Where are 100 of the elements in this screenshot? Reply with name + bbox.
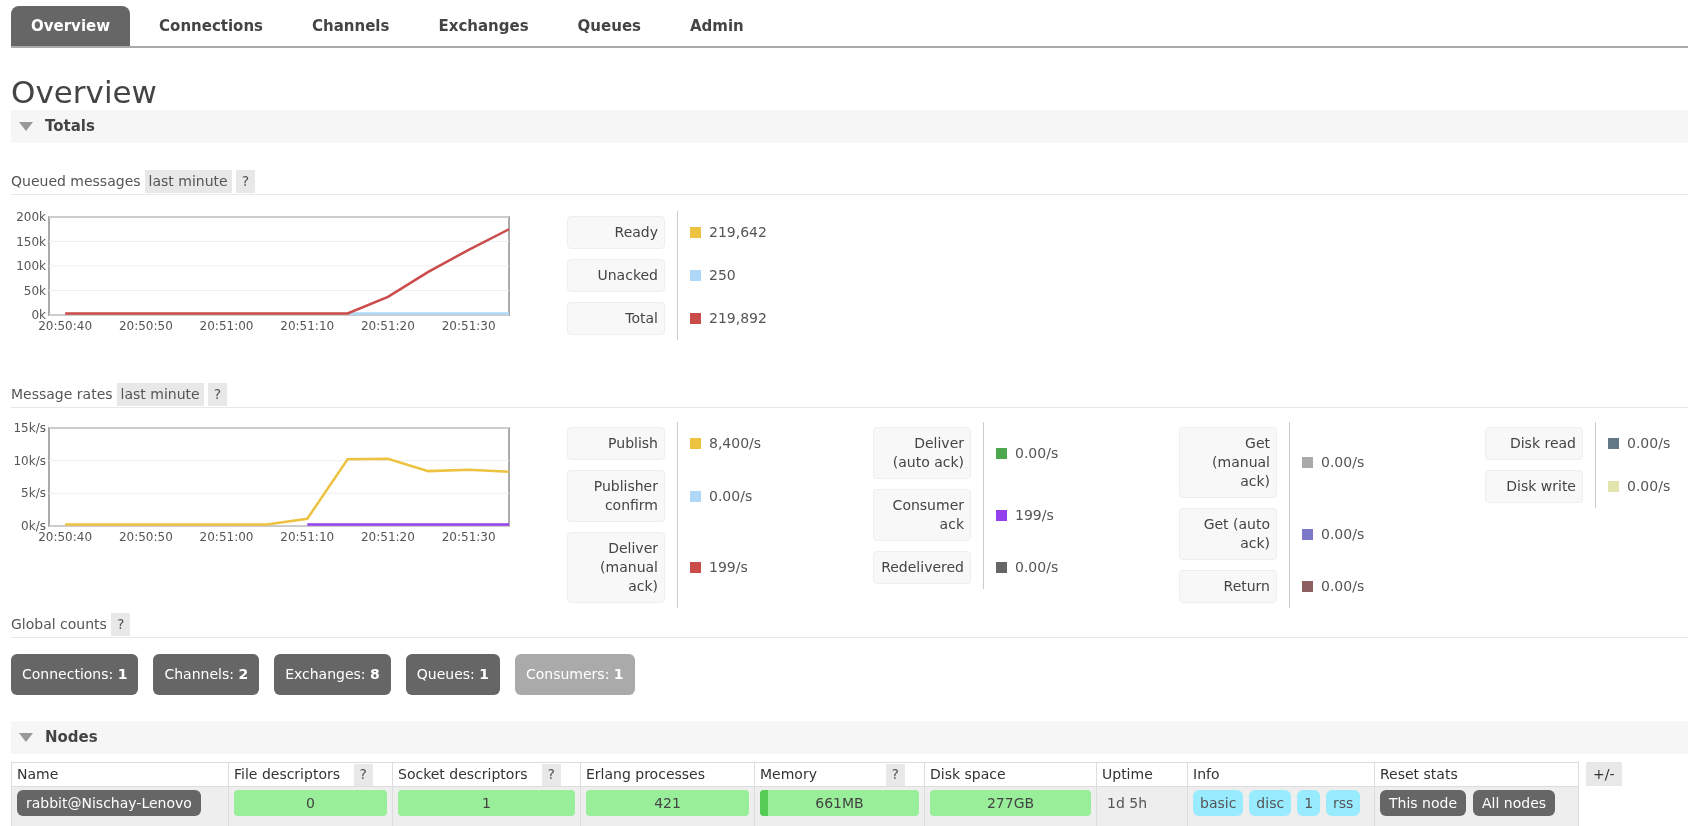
nav-tab[interactable]: Connections [139, 6, 284, 46]
axis-label: 200k [16, 211, 46, 224]
legend-value: 0.00/s [1321, 524, 1365, 544]
legend-value: 8,400/s [709, 434, 762, 453]
column-header: Info [1192, 765, 1221, 784]
axis-label: 15k/s [13, 422, 46, 435]
axis-label: 150k [16, 234, 46, 249]
help-button[interactable]: ? [207, 383, 228, 406]
info-tag: rss [1326, 790, 1361, 816]
legend-label: Get (auto ack) [1179, 508, 1277, 560]
legend-value: 199/s [709, 558, 748, 577]
count-button[interactable]: Channels: 2 [153, 654, 260, 695]
count-button[interactable]: Queues: 1 [405, 654, 500, 695]
legend-value: 0.00/s [1321, 577, 1365, 596]
usage-value: 1 [482, 793, 491, 813]
legend-value: 0.00/s [1627, 477, 1671, 496]
legend-value: 0.00/s [1015, 558, 1059, 577]
column-header: Erlang processes [585, 765, 706, 784]
legend-label: Disk write [1485, 470, 1583, 503]
usage-value: 277GB [986, 793, 1035, 813]
axis-label: 20:50:50 [118, 530, 173, 544]
columns-toggle-button[interactable]: +/- [1586, 762, 1622, 786]
legend-value: 0.00/s [1321, 453, 1365, 472]
legend-label: Get (manual ack) [1179, 427, 1277, 498]
axis-label: 0k [31, 308, 46, 322]
legend-label: Redelivered [873, 551, 971, 584]
legend-value: 219,892 [709, 309, 767, 328]
usage-value: 661MB [815, 793, 864, 813]
column-header: Reset stats [1379, 765, 1459, 784]
axis-label: 50k [23, 283, 46, 298]
column-header: Disk space [929, 765, 1007, 784]
help-button[interactable]: ? [541, 763, 561, 786]
help-button[interactable]: ? [235, 170, 256, 193]
legend-label: Publisher confirm [567, 470, 665, 522]
legend-label: Consumer ack [873, 489, 971, 541]
node-name[interactable]: rabbit@Nischay-Lenovo [17, 790, 201, 816]
axis-label: 10k/s [13, 453, 46, 468]
column-header: Socket descriptors [397, 765, 529, 784]
axis-label: 20:50:40 [38, 319, 93, 333]
info-tag: 1 [1297, 790, 1321, 816]
legend-value: 0.00/s [1015, 443, 1059, 463]
info-tag: disc [1249, 790, 1292, 816]
nav-tab[interactable]: Channels [292, 6, 410, 46]
range-selector[interactable]: last minute [144, 170, 232, 193]
axis-label: 20:50:40 [38, 530, 93, 544]
nav-tab[interactable]: Exchanges [418, 6, 549, 46]
legend-value: 199/s [1015, 505, 1054, 525]
axis-label: 20:50:50 [118, 319, 173, 333]
page-title: Overview [11, 74, 158, 110]
legend-value: 250 [709, 266, 736, 285]
count-button[interactable]: Connections: 1 [11, 654, 139, 695]
help-button[interactable]: ? [110, 613, 131, 636]
column-header: File descriptors [233, 765, 341, 784]
column-header: Name [16, 765, 60, 784]
axis-label: 20:51:10 [280, 319, 335, 333]
legend-label: Disk read [1485, 427, 1583, 460]
range-selector[interactable]: last minute [116, 383, 204, 406]
legend-label: Ready [567, 216, 665, 249]
usage-value: 0 [306, 793, 315, 813]
axis-label: 20:51:30 [441, 530, 496, 544]
count-button[interactable]: Exchanges: 8 [274, 654, 391, 695]
uptime-value: 1d 5h [1107, 795, 1148, 811]
section-title: Nodes [45, 727, 98, 749]
column-header: Memory [759, 765, 818, 784]
axis-label: 0k/s [21, 519, 46, 533]
help-button[interactable]: ? [885, 763, 905, 786]
legend-label: Total [567, 302, 665, 335]
axis-label: 20:51:10 [280, 530, 335, 544]
collapse-triangle-icon[interactable] [19, 122, 33, 131]
usage-fill [760, 790, 768, 816]
legend-label: Deliver (manual ack) [567, 532, 665, 603]
axis-label: 20:51:30 [441, 319, 496, 333]
reset-stats-button[interactable]: All nodes [1473, 790, 1556, 816]
subsection-title: Global counts [11, 615, 107, 634]
help-button[interactable]: ? [353, 763, 373, 786]
usage-value: 421 [654, 793, 681, 813]
collapse-triangle-icon[interactable] [19, 733, 33, 742]
nav-tab[interactable]: Admin [670, 6, 764, 46]
nav-tab[interactable]: Queues [557, 6, 661, 46]
section-title: Totals [45, 116, 95, 138]
legend-label: Deliver (auto ack) [873, 427, 971, 479]
axis-label: 20:51:00 [199, 530, 254, 544]
axis-label: 20:51:20 [361, 319, 415, 333]
axis-label: 20:51:00 [199, 319, 254, 333]
legend-value: 0.00/s [1627, 434, 1671, 453]
legend-value: 0.00/s [709, 486, 753, 506]
nav-tab[interactable]: Overview [11, 6, 131, 46]
reset-stats-button[interactable]: This node [1380, 790, 1466, 816]
section-header[interactable]: Totals [11, 110, 1688, 143]
legend-label: Unacked [567, 259, 665, 292]
subsection-title: Queued messages [11, 172, 141, 191]
subsection-title: Message rates [11, 385, 113, 404]
info-tag: basic [1193, 790, 1244, 816]
section-header[interactable]: Nodes [11, 721, 1688, 754]
axis-label: 5k/s [21, 486, 46, 501]
legend-value: 219,642 [709, 223, 767, 242]
axis-label: 20:51:20 [361, 530, 415, 544]
column-header: Uptime [1101, 765, 1154, 784]
axis-label: 100k [16, 259, 46, 273]
legend-label: Return [1179, 570, 1277, 603]
